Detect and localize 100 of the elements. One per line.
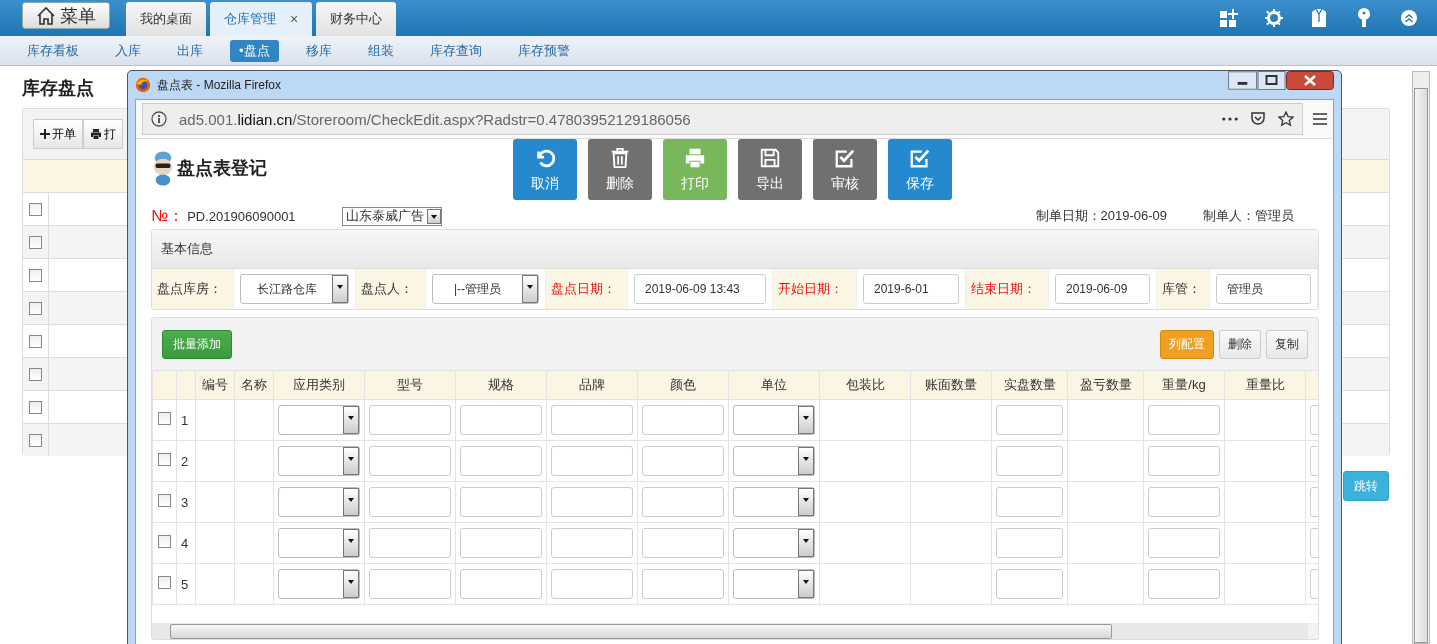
select-field[interactable] bbox=[733, 446, 815, 476]
input-field[interactable] bbox=[1148, 487, 1220, 517]
input-field[interactable]: 2019-6-01 bbox=[863, 274, 959, 304]
input-field[interactable] bbox=[551, 569, 633, 599]
checkbox[interactable] bbox=[29, 433, 42, 447]
minimize-icon[interactable] bbox=[1228, 71, 1257, 90]
select-field[interactable] bbox=[278, 569, 360, 599]
collapse-icon[interactable] bbox=[1399, 8, 1419, 28]
select-field[interactable] bbox=[733, 528, 815, 558]
nav-link[interactable]: •盘点 bbox=[230, 39, 279, 62]
input-field[interactable] bbox=[551, 528, 633, 558]
checkbox[interactable] bbox=[158, 453, 171, 466]
address-bar[interactable]: ad5.001.lidian.cn/Storeroom/CheckEdit.aspx?Radstr=0.47803952129186056 bbox=[142, 103, 1303, 135]
select-field[interactable] bbox=[278, 528, 360, 558]
checkbox[interactable] bbox=[158, 535, 171, 548]
menu-button[interactable]: 菜单 bbox=[22, 2, 110, 29]
pocket-icon[interactable] bbox=[1250, 111, 1266, 127]
more-icon[interactable] bbox=[1222, 117, 1238, 121]
checkbox[interactable] bbox=[29, 334, 42, 348]
input-field[interactable] bbox=[369, 446, 451, 476]
shirt-icon[interactable] bbox=[1309, 8, 1329, 28]
action-button[interactable]: 审核 bbox=[813, 139, 877, 200]
menu-icon[interactable] bbox=[1313, 113, 1327, 125]
close-icon[interactable] bbox=[1286, 71, 1334, 90]
input-field[interactable] bbox=[460, 487, 542, 517]
input-field[interactable] bbox=[369, 528, 451, 558]
action-button[interactable]: 删除 bbox=[588, 139, 652, 200]
input-field[interactable] bbox=[996, 569, 1063, 599]
input-field[interactable] bbox=[642, 405, 724, 435]
select-field[interactable] bbox=[733, 487, 815, 517]
input-field[interactable] bbox=[551, 487, 633, 517]
input-field[interactable] bbox=[996, 405, 1063, 435]
input-field[interactable] bbox=[551, 446, 633, 476]
input-field[interactable] bbox=[996, 446, 1063, 476]
printer-icon bbox=[684, 146, 706, 169]
input-field[interactable] bbox=[1148, 528, 1220, 558]
input-field[interactable] bbox=[642, 569, 724, 599]
tab[interactable]: 我的桌面 bbox=[126, 2, 206, 36]
nav-link[interactable]: 库存预警 bbox=[508, 39, 579, 62]
action-button[interactable]: 保存 bbox=[888, 139, 952, 200]
select-field[interactable]: |--管理员 bbox=[432, 274, 539, 304]
company-select[interactable]: 山东泰威广告 bbox=[342, 206, 443, 226]
checkbox[interactable] bbox=[158, 412, 171, 425]
tab[interactable]: 仓库管理 × bbox=[210, 2, 313, 36]
select-field[interactable] bbox=[733, 405, 815, 435]
nav-link[interactable]: 入库 bbox=[106, 39, 150, 62]
toolbar-button[interactable]: 开单 bbox=[33, 119, 83, 149]
select-field[interactable] bbox=[278, 446, 360, 476]
action-button[interactable]: 取消 bbox=[513, 139, 577, 200]
toolbar-button[interactable]: 打 bbox=[83, 119, 123, 149]
input-field[interactable] bbox=[996, 487, 1063, 517]
select-field[interactable] bbox=[733, 569, 815, 599]
tab[interactable]: 财务中心 bbox=[316, 2, 397, 36]
select-field[interactable]: 长江路仓库 bbox=[240, 274, 349, 304]
nav-link[interactable]: 组装 bbox=[358, 39, 403, 62]
action-button[interactable]: 导出 bbox=[738, 139, 802, 200]
input-field[interactable]: 管理员 bbox=[1216, 274, 1311, 304]
input-field[interactable] bbox=[460, 405, 542, 435]
input-field[interactable]: 2019-06-09 13:43 bbox=[634, 274, 766, 304]
number-label: №： bbox=[151, 205, 185, 226]
input-field[interactable] bbox=[460, 528, 542, 558]
input-field[interactable] bbox=[642, 528, 724, 558]
input-field[interactable] bbox=[642, 446, 724, 476]
input-field[interactable] bbox=[460, 569, 542, 599]
checkbox[interactable] bbox=[29, 202, 42, 216]
nav-link[interactable]: 库存看板 bbox=[18, 39, 88, 62]
scrollbar[interactable] bbox=[152, 623, 1308, 639]
input-field[interactable] bbox=[369, 487, 451, 517]
input-field[interactable] bbox=[1148, 569, 1220, 599]
input-field[interactable] bbox=[642, 487, 724, 517]
select-field[interactable] bbox=[278, 405, 360, 435]
input-field[interactable] bbox=[1148, 405, 1220, 435]
checkbox[interactable] bbox=[29, 235, 42, 249]
input-field[interactable] bbox=[369, 569, 451, 599]
grid-button[interactable]: 复制 bbox=[1266, 329, 1308, 359]
nav-link[interactable]: 出库 bbox=[168, 39, 212, 62]
checkbox[interactable] bbox=[29, 400, 42, 414]
checkbox[interactable] bbox=[29, 301, 42, 315]
checkbox[interactable] bbox=[158, 576, 171, 589]
column-header: 实盘数量 bbox=[1003, 377, 1056, 392]
close-icon[interactable]: × bbox=[290, 11, 299, 27]
nav-link[interactable]: 移库 bbox=[296, 39, 341, 62]
input-field[interactable] bbox=[460, 446, 542, 476]
select-field[interactable] bbox=[278, 487, 360, 517]
info-icon[interactable] bbox=[151, 111, 167, 127]
add-grid-icon[interactable] bbox=[1219, 8, 1239, 28]
input-field[interactable] bbox=[369, 405, 451, 435]
checkbox[interactable] bbox=[29, 268, 42, 282]
scrollbar[interactable] bbox=[1412, 71, 1430, 644]
grid-button[interactable]: 删除 bbox=[1219, 329, 1261, 359]
nav-link[interactable]: 库存查询 bbox=[420, 39, 491, 62]
star-icon[interactable] bbox=[1278, 111, 1294, 127]
input-field[interactable] bbox=[1148, 446, 1220, 476]
checkbox[interactable] bbox=[29, 367, 42, 381]
settings-icon[interactable] bbox=[1264, 8, 1284, 28]
checkbox[interactable] bbox=[158, 494, 171, 507]
input-field[interactable]: 2019-06-09 bbox=[1055, 274, 1150, 304]
input-field[interactable] bbox=[551, 405, 633, 435]
maximize-icon[interactable] bbox=[1257, 71, 1286, 90]
input-field[interactable] bbox=[996, 528, 1063, 558]
